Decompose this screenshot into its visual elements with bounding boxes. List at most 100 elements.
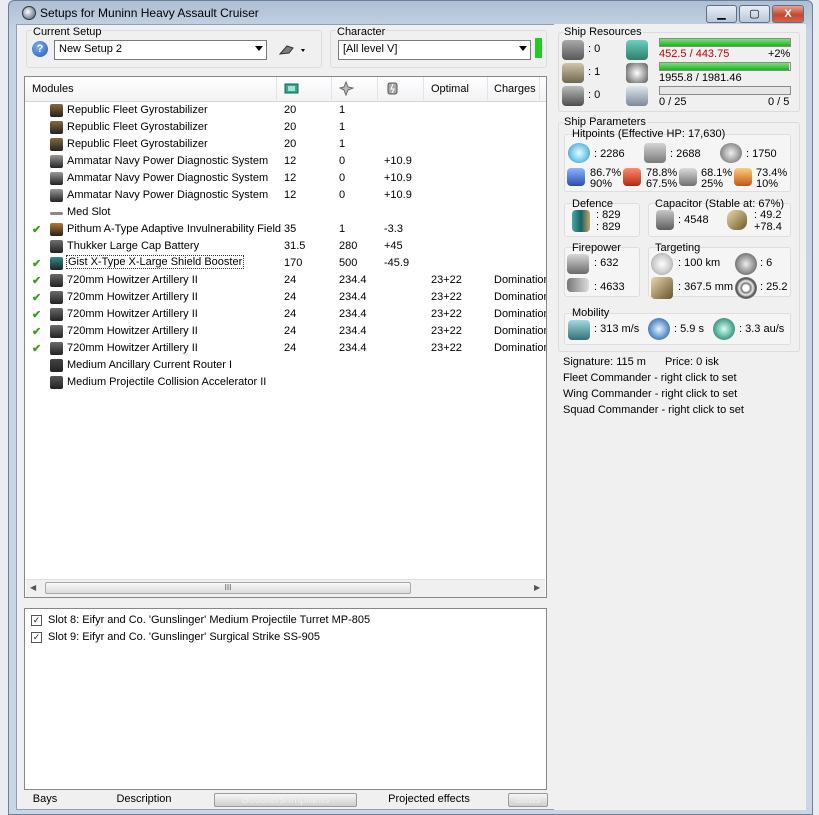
module-cpu: 20 [284,121,297,133]
firepower-title: Firepower [572,242,621,254]
module-row[interactable]: Ammatar Navy Power Diagnostic System 12 0 +… [25,187,546,204]
squad-commander[interactable]: Squad Commander - right click to set [563,404,744,416]
module-row[interactable]: Republic Fleet Gyrostabilizer 20 1 [25,119,546,136]
module-row[interactable]: ✔ Gist X-Type X-Large Shield Booster 170 50… [25,255,546,272]
fleet-commander[interactable]: Fleet Commander - right click to set [563,372,737,384]
powergrid-value: 1955.8 / 1981.46 [659,72,742,84]
scroll-left-icon[interactable]: ◀ [30,583,36,592]
module-row[interactable]: Ammatar Navy Power Diagnostic System 12 0 +… [25,170,546,187]
module-name: 720mm Howitzer Artillery II [67,342,198,354]
sensor-strength-icon [735,277,757,299]
module-capacitor: +10.9 [384,172,412,184]
close-button[interactable]: X [772,5,804,23]
module-capacitor: -3.3 [384,223,403,235]
structure-hp: : 1750 [746,148,777,160]
implant-checkbox[interactable]: ✓ [31,632,42,643]
active-check-icon[interactable]: ✔ [32,257,41,270]
module-name: Ammatar Navy Power Diagnostic System [67,155,269,167]
character-select[interactable]: [All level V] [338,40,531,60]
module-powergrid: 1 [339,121,346,133]
module-cpu: 24 [284,308,297,320]
minimize-button[interactable]: ▁ [706,5,737,23]
implant-item[interactable]: ✓ Slot 9: Eifyr and Co. 'Gunslinger' Sur… [31,630,541,646]
current-setup-label: Current Setup [32,26,103,38]
implant-item[interactable]: ✓ Slot 8: Eifyr and Co. 'Gunslinger' Med… [31,613,541,629]
tab-bays[interactable]: Bays [24,793,66,807]
module-powergrid: 1 [339,104,346,116]
cpu-icon[interactable] [284,81,299,99]
module-row[interactable]: Medium Ancillary Current Router I [25,357,546,374]
tab-description[interactable]: Description [100,793,188,807]
structure-icon [720,143,742,163]
setup-select-value: New Setup 2 [59,43,122,55]
module-name: Ammatar Navy Power Diagnostic System [67,172,269,184]
em-resist-icon [567,168,585,186]
module-optimal: 23+22 [431,308,462,320]
module-row[interactable]: ✔ 720mm Howitzer Artillery II 24 234.4 23+22… [25,306,546,323]
scroll-right-icon[interactable]: ▶ [534,583,540,592]
module-icon [50,121,63,134]
active-check-icon[interactable]: ✔ [32,291,41,304]
modules-list[interactable]: Modules Optimal Charges Republic Fleet G… [24,76,547,598]
ship-parameters-title: Ship Parameters [563,116,647,128]
module-row[interactable]: ✔ Pithum A-Type Adaptive Invulnerability … [25,221,546,238]
module-row[interactable]: Ammatar Navy Power Diagnostic System 12 0 +… [25,153,546,170]
warp-speed: : 3.3 au/s [739,323,785,335]
module-row[interactable]: Medium Projectile Collision Accelerator … [25,374,546,391]
firepower-dps: : 632 [594,257,619,269]
active-check-icon[interactable]: ✔ [32,325,41,338]
module-cpu: 12 [284,155,297,167]
setup-select[interactable]: New Setup 2 [54,40,267,60]
module-name: Ammatar Navy Power Diagnostic System [67,189,269,201]
help-icon[interactable]: ? [32,41,48,57]
col-modules[interactable]: Modules [32,83,74,95]
module-row[interactable]: Republic Fleet Gyrostabilizer 20 1 [25,102,546,119]
armor-icon [644,143,666,163]
module-cpu: 35 [284,223,297,235]
implant-checkbox[interactable]: ✓ [31,615,42,626]
scan-resolution-icon [651,277,673,299]
col-charges[interactable]: Charges [494,83,536,95]
module-name: Republic Fleet Gyrostabilizer [67,121,208,133]
module-row[interactable]: Med Slot [25,204,546,221]
max-targets: : 6 [760,257,773,269]
tab-boosters-implants[interactable]: Boosters/Implants [214,793,357,807]
implants-list[interactable]: ✓ Slot 8: Eifyr and Co. 'Gunslinger' Med… [24,608,547,790]
calibration-icon [626,86,648,106]
active-check-icon[interactable]: ✔ [32,274,41,287]
scan-resolution: : 367.5 mm [678,281,734,293]
defence-icon [572,210,590,232]
module-row[interactable]: ✔ 720mm Howitzer Artillery II 24 234.4 23+22… [25,272,546,289]
tab-projected-effects[interactable]: Projected effects [380,793,478,807]
capacitor-need-icon[interactable] [385,81,400,99]
module-charges: Domination [494,342,547,354]
module-powergrid: 0 [339,172,346,184]
powergrid-icon[interactable] [338,80,355,99]
module-name: Gist X-Type X-Large Shield Booster [65,255,245,269]
module-row[interactable]: ✔ 720mm Howitzer Artillery II 24 234.4 23+22… [25,289,546,306]
module-row[interactable]: Thukker Large Cap Battery 31.5 280 +45 [25,238,546,255]
horizontal-scrollbar[interactable]: ◀ III ▶ [26,579,545,597]
active-check-icon[interactable]: ✔ [32,223,41,236]
col-optimal[interactable]: Optimal [431,83,469,95]
module-icon [50,359,63,372]
module-row[interactable]: Republic Fleet Gyrostabilizer 20 1 [25,136,546,153]
module-name: Republic Fleet Gyrostabilizer [67,138,208,150]
ship-resources-title: Ship Resources [563,26,643,38]
ship-menu-button[interactable] [277,40,309,60]
module-cpu: 31.5 [284,240,306,252]
thermal-resist-armor: 67.5% [646,178,678,190]
tab-stats[interactable]: Stats [508,793,548,807]
explosive-resist-armor: 10% [756,178,779,190]
active-check-icon[interactable]: ✔ [32,308,41,321]
maximize-button[interactable]: ▢ [739,5,770,23]
module-row[interactable]: ✔ 720mm Howitzer Artillery II 24 234.4 23+22… [25,340,546,357]
module-charges: Domination [494,274,547,286]
scroll-thumb[interactable]: III [45,582,411,594]
module-row[interactable]: ✔ 720mm Howitzer Artillery II 24 234.4 23+22… [25,323,546,340]
ship-icon [278,45,305,55]
active-check-icon[interactable]: ✔ [32,342,41,355]
wing-commander[interactable]: Wing Commander - right click to set [563,388,737,400]
module-cpu: 12 [284,189,297,201]
kinetic-resist-icon [679,168,697,186]
